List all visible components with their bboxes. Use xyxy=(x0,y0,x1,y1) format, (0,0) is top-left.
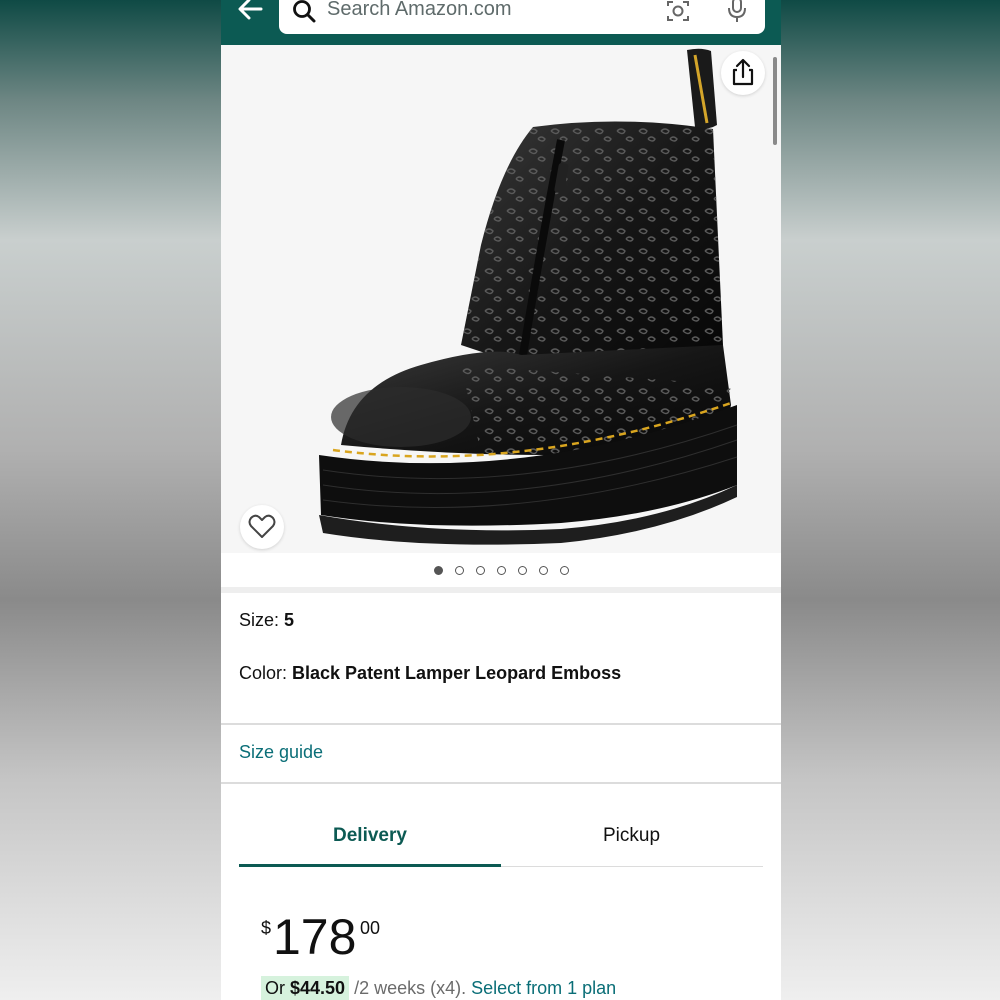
image-pagination-dots[interactable] xyxy=(221,553,781,587)
back-arrow-icon[interactable] xyxy=(235,0,265,24)
pagination-dot[interactable] xyxy=(559,565,569,575)
section-separator xyxy=(221,587,781,593)
blurred-backdrop-left xyxy=(0,0,221,1000)
tab-divider xyxy=(501,866,763,867)
installment-plan: Or $44.50 /2 weeks (x4). Select from 1 p… xyxy=(261,976,616,1000)
wishlist-button[interactable] xyxy=(240,505,284,549)
pagination-dot[interactable] xyxy=(538,565,548,575)
phone-screen: Search Amazon.com Size: 5 Color: Black P… xyxy=(221,0,781,1000)
image-scrollbar[interactable] xyxy=(773,57,777,145)
share-icon xyxy=(732,58,754,86)
header-bar: Search Amazon.com xyxy=(221,0,781,45)
blurred-backdrop-right xyxy=(781,0,1000,1000)
size-value: 5 xyxy=(284,610,295,630)
installment-amount: $44.50 xyxy=(290,978,346,998)
search-placeholder: Search Amazon.com xyxy=(327,0,512,20)
installment-badge: Or $44.50 xyxy=(261,976,350,1000)
divider xyxy=(221,723,781,725)
installment-period: /2 weeks (x4). xyxy=(349,978,472,998)
tab-delivery[interactable]: Delivery xyxy=(333,825,407,847)
color-label: Color: xyxy=(239,663,293,683)
select-plan-link[interactable]: Select from 1 plan xyxy=(471,978,616,998)
search-input[interactable]: Search Amazon.com xyxy=(279,0,765,34)
pagination-dot[interactable] xyxy=(433,565,443,575)
product-image-gallery[interactable] xyxy=(221,45,781,553)
size-label: Size: xyxy=(239,610,285,630)
color-value: Black Patent Lamper Leopard Emboss xyxy=(292,663,622,683)
price-fraction: 00 xyxy=(360,918,381,938)
tab-pickup[interactable]: Pickup xyxy=(603,825,660,847)
pagination-dot[interactable] xyxy=(517,565,527,575)
microphone-icon[interactable] xyxy=(725,0,749,24)
pagination-dot[interactable] xyxy=(454,565,464,575)
heart-icon xyxy=(248,514,276,538)
product-image-boot[interactable] xyxy=(261,45,761,553)
size-attribute: Size: 5 xyxy=(239,610,294,631)
camera-lens-icon[interactable] xyxy=(665,0,691,24)
price-currency: $ xyxy=(261,918,272,938)
search-icon xyxy=(293,0,316,23)
pagination-dot[interactable] xyxy=(496,565,506,575)
tab-selected-indicator xyxy=(239,864,501,867)
size-guide-link[interactable]: Size guide xyxy=(239,742,323,763)
plan-or-text: Or xyxy=(265,978,290,998)
share-button[interactable] xyxy=(721,51,765,95)
pagination-dot[interactable] xyxy=(475,565,485,575)
divider xyxy=(221,782,781,784)
color-attribute: Color: Black Patent Lamper Leopard Embos… xyxy=(239,663,621,684)
price-whole: 178 xyxy=(273,909,357,965)
